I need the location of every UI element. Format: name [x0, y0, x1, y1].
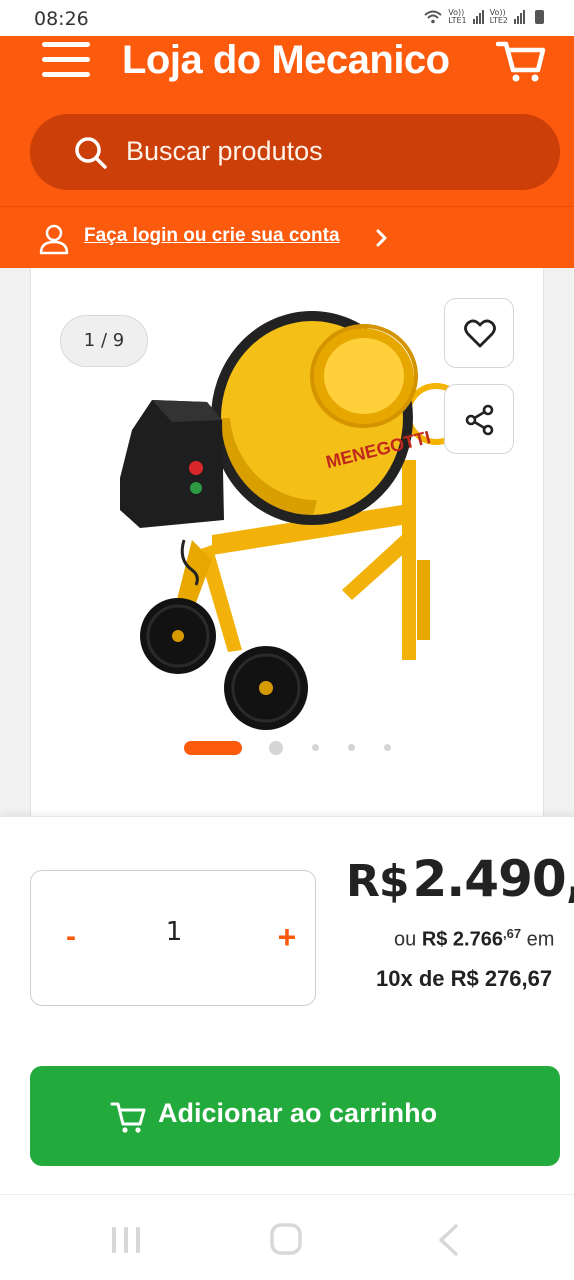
user-icon — [39, 224, 69, 255]
login-bar[interactable]: Faça login ou crie sua conta — [0, 206, 574, 268]
price-currency: R$ — [346, 856, 409, 907]
status-bar: 08:26 Vo)) LTE1 Vo)) LTE2 — [0, 0, 574, 36]
heart-icon — [464, 319, 496, 348]
wifi-icon — [424, 10, 442, 24]
cart-icon — [110, 1102, 146, 1133]
add-to-cart-label: Adicionar ao carrinho — [158, 1098, 438, 1128]
search-icon — [75, 137, 107, 169]
home-icon[interactable] — [270, 1223, 302, 1255]
signal-icon — [472, 10, 484, 24]
favorite-button[interactable] — [444, 298, 514, 368]
price-alternative: ou R$ 2.766,67 em — [394, 926, 574, 952]
carousel-dot-active[interactable] — [184, 741, 242, 755]
app-root: 08:26 Vo)) LTE1 Vo)) LTE2 Loja do Mecanico… — [0, 0, 574, 1280]
price-alt-suffix: em — [526, 928, 555, 951]
quantity-decrease-button[interactable]: - — [49, 915, 93, 959]
back-icon[interactable] — [436, 1223, 460, 1257]
carousel-dot[interactable] — [348, 744, 355, 751]
sim2-label: Vo)) LTE2 — [489, 8, 508, 25]
share-button[interactable] — [444, 384, 514, 454]
login-link[interactable]: Faça login ou crie sua conta — [84, 225, 340, 247]
quantity-increase-button[interactable]: + — [265, 915, 309, 959]
sim1-label: Vo)) LTE1 — [448, 8, 467, 25]
site-header: Loja do Mecanico Buscar produtos — [0, 36, 574, 206]
price-main: R$2.490, — [346, 850, 574, 914]
battery-icon — [535, 10, 544, 24]
signal-icon — [514, 10, 525, 24]
system-nav-bar — [0, 1194, 574, 1280]
search-placeholder: Buscar produtos — [126, 136, 323, 166]
store-logo[interactable]: Loja do Mecanico — [122, 38, 450, 83]
status-time: 08:26 — [34, 8, 89, 30]
price-installments: 10x de R$ 276,67 — [376, 966, 553, 991]
search-input[interactable]: Buscar produtos — [30, 114, 560, 190]
hamburger-menu-icon[interactable] — [42, 40, 90, 80]
carousel-dots — [180, 740, 400, 756]
chevron-right-icon — [376, 229, 387, 247]
carousel-dot[interactable] — [269, 741, 283, 755]
price-alt-prefix: ou — [394, 928, 417, 951]
recents-icon[interactable] — [110, 1225, 142, 1255]
price-alt-cents: ,67 — [502, 926, 522, 941]
price-value: 2.490, — [412, 850, 574, 908]
carousel-dot[interactable] — [384, 744, 391, 751]
product-image[interactable]: MENEGOTTI — [112, 310, 472, 740]
quantity-stepper: - 1 + — [30, 870, 316, 1006]
image-counter: 1 / 9 — [60, 315, 148, 367]
status-icons: Vo)) LTE1 Vo)) LTE2 — [424, 9, 544, 25]
share-icon — [465, 404, 494, 436]
quantity-value[interactable]: 1 — [141, 917, 207, 947]
shopping-cart-icon[interactable] — [496, 38, 546, 84]
carousel-dot[interactable] — [312, 744, 319, 751]
add-to-cart-button[interactable]: Adicionar ao carrinho — [30, 1066, 560, 1166]
price-alt-value: R$ 2.766 — [421, 928, 503, 951]
